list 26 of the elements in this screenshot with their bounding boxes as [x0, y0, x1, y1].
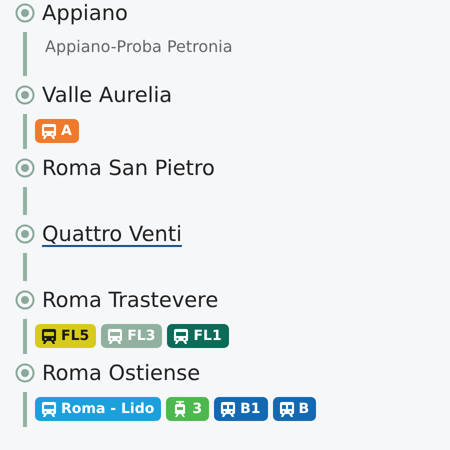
stop-marker-icon	[15, 290, 35, 310]
stop-name-link[interactable]: Quattro Venti	[42, 222, 182, 246]
train-icon	[42, 328, 56, 344]
stop-name: Roma Trastevere	[42, 288, 218, 312]
stop-marker-icon	[15, 158, 35, 178]
tram-icon	[173, 401, 188, 417]
stop-marker-icon	[15, 85, 35, 105]
metro-icon	[221, 401, 236, 417]
line-badge[interactable]: B	[272, 397, 316, 421]
line-badge[interactable]: B1	[214, 397, 268, 421]
line-badge[interactable]: Roma - Lido	[35, 397, 162, 421]
train-icon	[42, 401, 56, 417]
train-icon	[174, 328, 188, 344]
line-badge[interactable]: FL1	[167, 324, 229, 348]
stop-subtitle: Appiano-Proba Petronia	[44, 37, 233, 58]
stop-name: Roma Ostiense	[42, 361, 200, 385]
stop-name: Appiano	[42, 1, 128, 25]
stop-marker-icon	[15, 363, 35, 383]
train-icon	[42, 123, 56, 139]
stop-name: Valle Aurelia	[42, 83, 172, 107]
line-badge[interactable]: FL5	[35, 324, 96, 348]
stop-name: Roma San Pietro	[42, 156, 215, 180]
train-icon	[108, 328, 122, 344]
stop-marker-icon	[15, 224, 35, 244]
stop-marker-icon	[15, 3, 35, 23]
metro-icon	[280, 401, 294, 417]
